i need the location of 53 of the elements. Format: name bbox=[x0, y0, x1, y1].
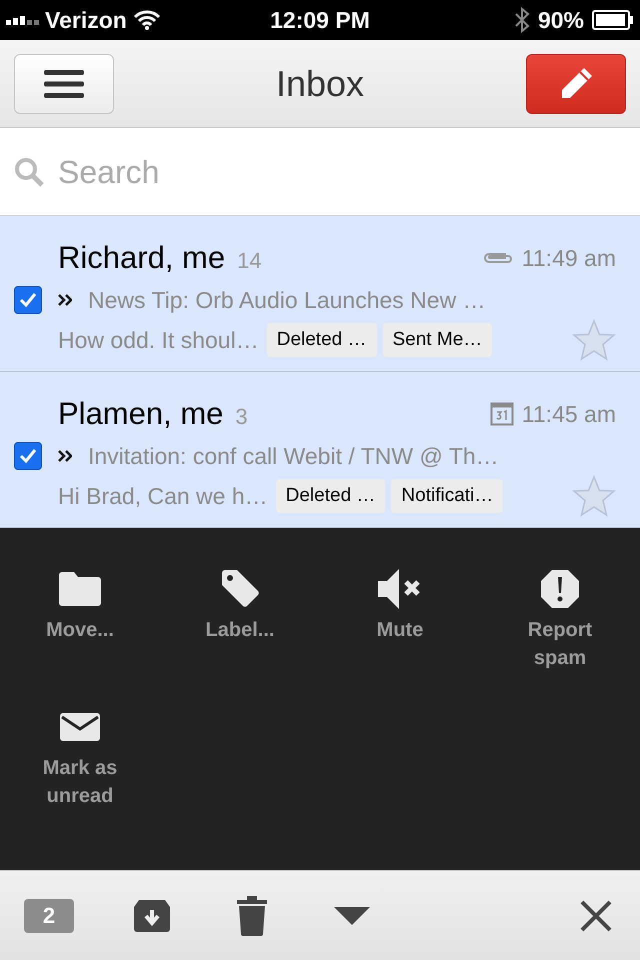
close-icon bbox=[580, 900, 612, 932]
star-icon[interactable] bbox=[572, 475, 616, 517]
action-button[interactable]: Mute bbox=[320, 568, 480, 672]
calendar-icon bbox=[490, 402, 514, 426]
label-chip: Sent Me… bbox=[382, 322, 492, 358]
checkbox[interactable] bbox=[14, 442, 42, 470]
label-chip: Notificati… bbox=[391, 478, 504, 514]
action-button[interactable]: Move... bbox=[0, 568, 160, 672]
star-icon[interactable] bbox=[572, 319, 616, 361]
email-snippet: How odd. It shoul… bbox=[58, 326, 259, 355]
bluetooth-icon bbox=[514, 7, 530, 33]
double-chevron-icon bbox=[58, 294, 72, 306]
carrier-name: Verizon bbox=[45, 6, 127, 35]
message-count: 14 bbox=[237, 246, 262, 275]
archive-icon bbox=[133, 898, 171, 932]
tag-icon bbox=[220, 569, 260, 609]
trash-icon bbox=[237, 896, 267, 936]
caret-down-icon bbox=[334, 906, 370, 924]
email-subject: News Tip: Orb Audio Launches New … bbox=[88, 286, 486, 315]
search-field[interactable]: Search bbox=[0, 128, 640, 216]
email-row[interactable]: Richard, me 14 11:49 am News Tip: Orb Audio Launches New … How odd. It shoul… Deleted … Sent Me… bbox=[0, 216, 640, 372]
checkmark-icon bbox=[19, 292, 37, 308]
email-time: 11:45 am bbox=[522, 400, 616, 429]
menu-icon bbox=[44, 68, 84, 98]
menu-button[interactable] bbox=[14, 54, 114, 114]
sender-name: Richard, me bbox=[58, 238, 226, 277]
sender-name: Plamen, me bbox=[58, 394, 224, 433]
signal-icon bbox=[6, 16, 39, 24]
checkmark-icon bbox=[19, 448, 37, 464]
selected-count-badge: 2 bbox=[24, 898, 74, 932]
warning-octagon-icon bbox=[540, 569, 580, 609]
envelope-icon bbox=[60, 713, 100, 741]
email-time: 11:49 am bbox=[522, 244, 616, 273]
clock-time: 12:09 PM bbox=[270, 6, 370, 35]
double-chevron-icon bbox=[58, 450, 72, 462]
email-row[interactable]: Plamen, me 3 11:45 am Invitation: conf call Webit / TNW @ Th… Hi Brad, Can we h… Deleted … Notificati… bbox=[0, 372, 640, 528]
label-chip: Deleted … bbox=[276, 478, 386, 514]
checkbox[interactable] bbox=[14, 286, 42, 314]
search-field[interactable]: Search bbox=[58, 148, 626, 196]
battery-percent: 90% bbox=[538, 6, 584, 35]
action-button[interactable]: Report spam bbox=[480, 568, 640, 672]
label-chip: Deleted … bbox=[266, 322, 376, 358]
action-button[interactable]: Label... bbox=[160, 568, 320, 672]
wifi-icon bbox=[132, 9, 161, 31]
email-subject: Invitation: conf call Webit / TNW @ Th… bbox=[88, 442, 499, 471]
search-icon bbox=[14, 156, 44, 186]
email-snippet: Hi Brad, Can we h… bbox=[58, 482, 268, 511]
screen-title: Inbox bbox=[276, 62, 364, 106]
folder-icon bbox=[58, 571, 102, 607]
compose-button[interactable] bbox=[526, 54, 626, 114]
action-button[interactable]: Mark as unread bbox=[0, 706, 160, 810]
message-count: 3 bbox=[235, 402, 248, 431]
battery-icon bbox=[592, 10, 634, 30]
